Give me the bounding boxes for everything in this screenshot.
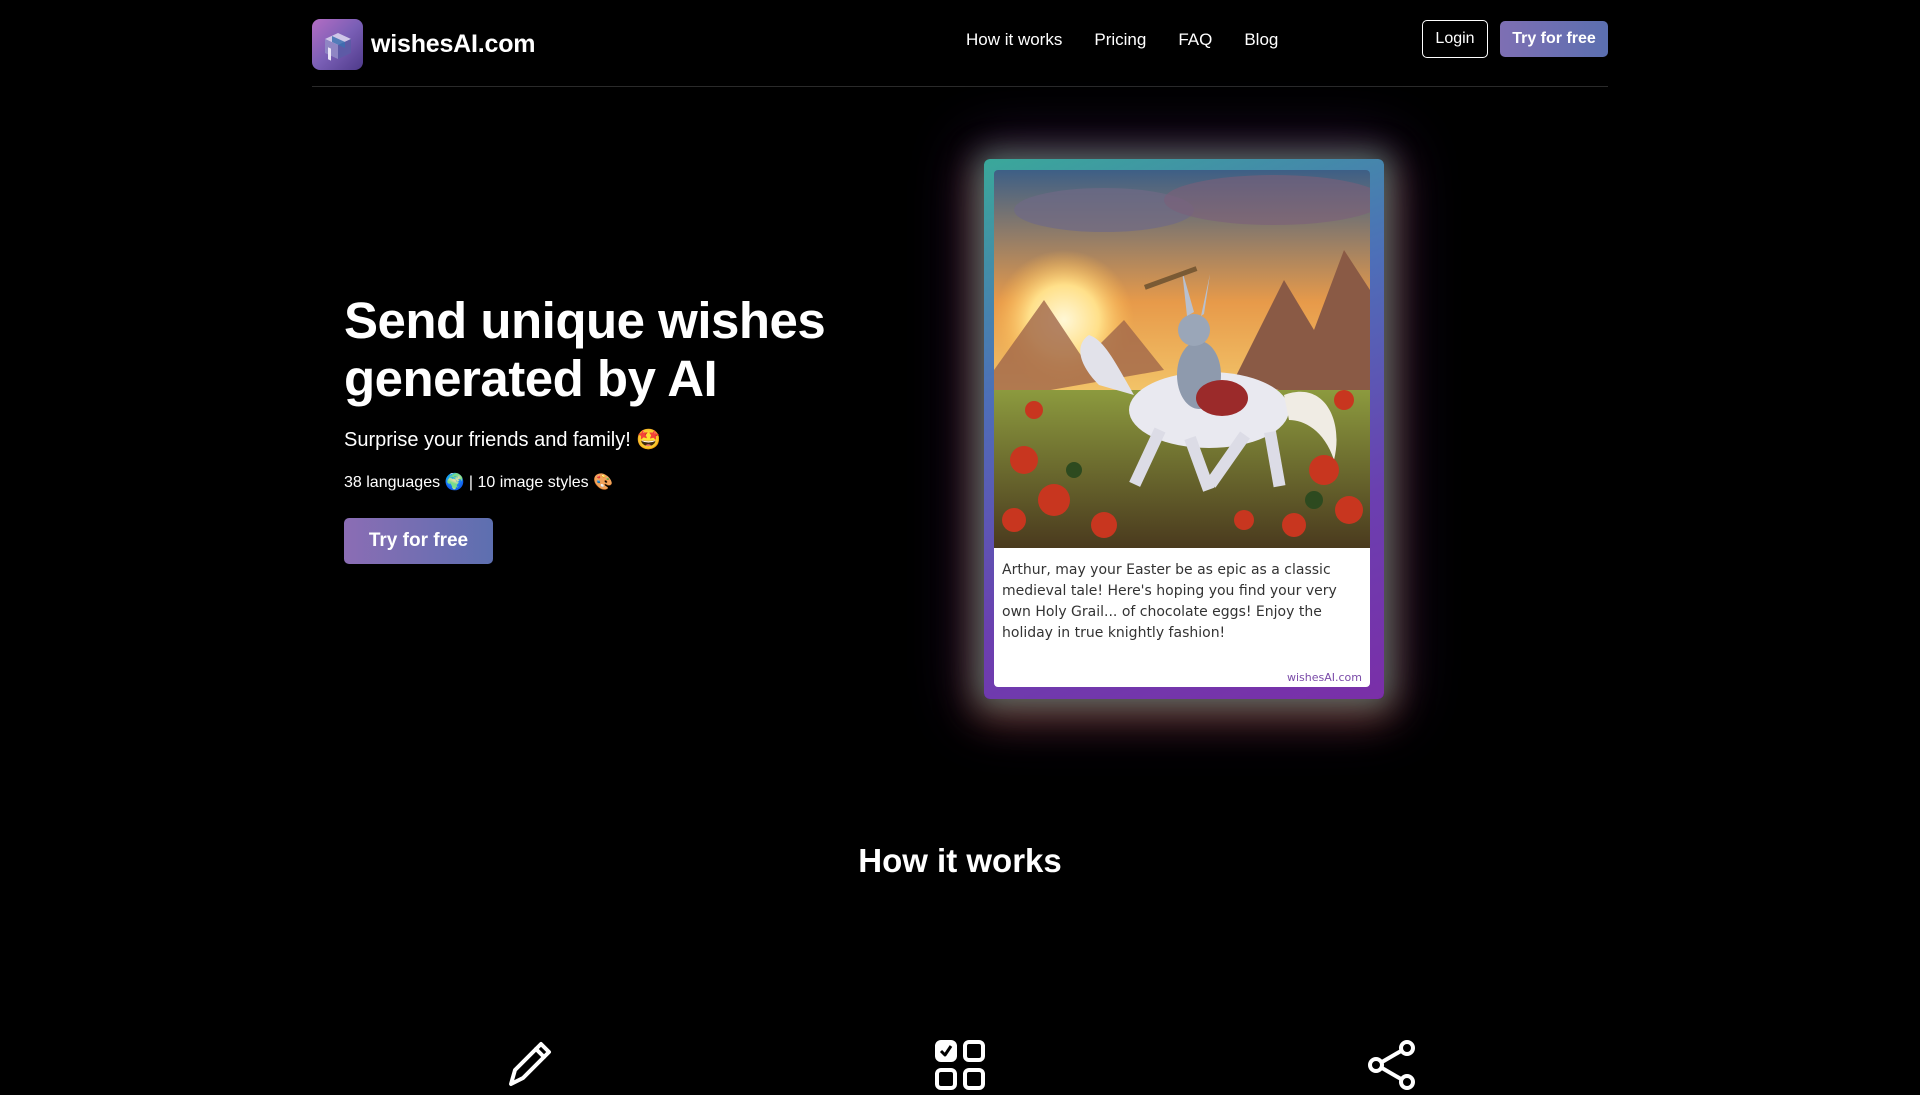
gift-box-logo-icon xyxy=(312,19,363,70)
site-header: wishesAI.com How it works Pricing FAQ Bl… xyxy=(312,0,1608,87)
card-watermark: wishesAI.com xyxy=(1286,671,1362,684)
nav-how-it-works[interactable]: How it works xyxy=(966,30,1062,50)
card-message-panel: Arthur, may your Easter be as epic as a … xyxy=(994,548,1370,687)
main-nav: How it works Pricing FAQ Blog xyxy=(966,30,1310,50)
hero-try-free-button[interactable]: Try for free xyxy=(344,518,493,564)
how-it-works-title: How it works xyxy=(858,842,1062,879)
header-try-free-button[interactable]: Try for free xyxy=(1500,21,1608,57)
hero-title: Send unique wishes generated by AI xyxy=(344,292,826,407)
brand[interactable]: wishesAI.com xyxy=(312,19,536,70)
card-message: Arthur, may your Easter be as epic as a … xyxy=(1002,562,1337,641)
sample-wish-card: Arthur, may your Easter be as epic as a … xyxy=(984,159,1384,699)
pencil-icon xyxy=(503,1040,553,1095)
nav-faq[interactable]: FAQ xyxy=(1178,30,1212,50)
nav-blog[interactable]: Blog xyxy=(1244,30,1278,50)
brand-name: wishesAI.com xyxy=(371,30,536,58)
card-illustration xyxy=(994,170,1370,548)
hero-features: 38 languages 🌍 | 10 image styles 🎨 xyxy=(344,474,614,491)
hero-subtitle: Surprise your friends and family! 🤩 xyxy=(344,429,662,451)
checklist-grid-icon xyxy=(935,1040,985,1095)
share-icon xyxy=(1367,1040,1417,1095)
login-button[interactable]: Login xyxy=(1422,20,1488,58)
nav-pricing[interactable]: Pricing xyxy=(1094,30,1146,50)
